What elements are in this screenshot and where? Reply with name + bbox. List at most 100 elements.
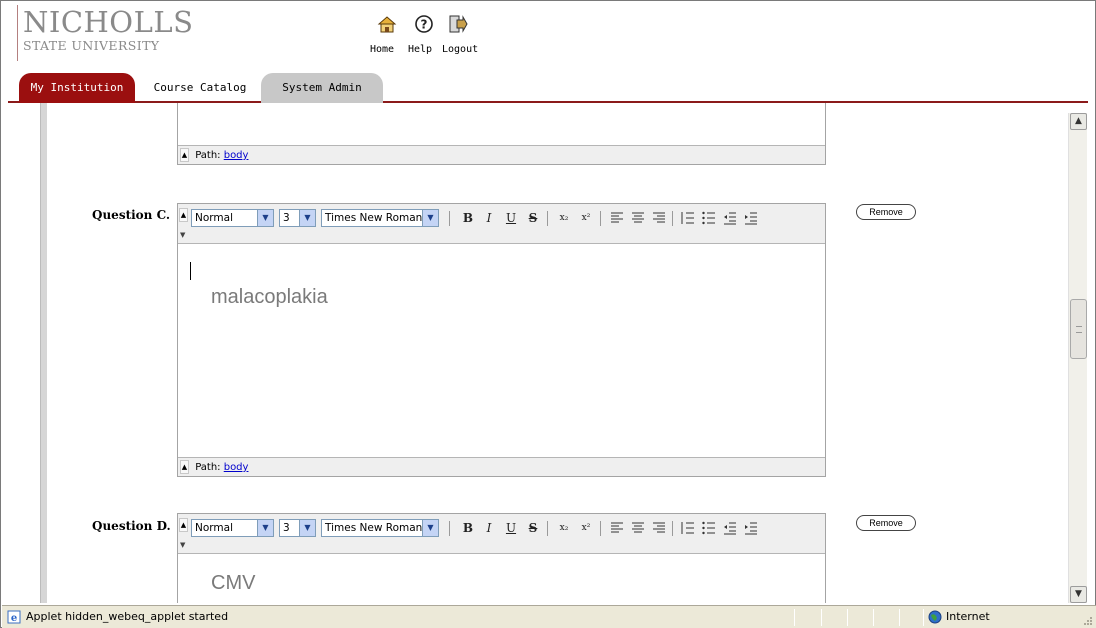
align-center-icon[interactable] <box>629 209 647 227</box>
scrollbar-thumb[interactable] <box>1070 299 1087 359</box>
resize-grip-icon[interactable] <box>1082 615 1093 626</box>
question-d-label: Question D. <box>92 519 171 533</box>
chevron-down-icon[interactable]: ▼ <box>299 210 315 226</box>
italic-button[interactable]: I <box>480 519 498 537</box>
indent-icon[interactable] <box>742 209 760 227</box>
format-select-value: Normal <box>195 212 233 224</box>
chevron-down-icon[interactable]: ▼ <box>422 210 438 226</box>
ie-page-icon: e <box>7 610 21 624</box>
toolbar-separator <box>449 521 450 536</box>
question-d-editor[interactable]: ▲ ▼ Normal ▼ 3 ▼ Times New Roman ▼ B I U… <box>177 513 826 604</box>
ordered-list-icon[interactable] <box>679 209 697 227</box>
toolbar-expand-icon[interactable]: ▼ <box>180 231 185 239</box>
status-separator <box>873 609 874 626</box>
path-label: Path: <box>195 462 221 473</box>
scroll-down-button[interactable]: ▼ <box>1070 586 1087 603</box>
bold-button[interactable]: B <box>459 209 477 227</box>
svg-text:e: e <box>11 613 17 624</box>
logout-icon[interactable] <box>448 14 468 34</box>
size-select-value: 3 <box>283 212 290 224</box>
toolbar-separator <box>547 521 548 536</box>
bold-button[interactable]: B <box>459 519 477 537</box>
toolbar-separator <box>672 521 673 536</box>
collapse-arrow-icon[interactable]: ▲ <box>180 148 189 162</box>
path-bar: ▲ Path: body <box>178 457 825 476</box>
outdent-icon[interactable] <box>721 209 739 227</box>
previous-answer-editor[interactable]: ▲ Path: body <box>177 103 826 165</box>
align-center-icon[interactable] <box>629 519 647 537</box>
help-icon[interactable]: ? <box>414 14 434 34</box>
unordered-list-icon[interactable] <box>700 519 718 537</box>
align-left-icon[interactable] <box>608 209 626 227</box>
status-bar: e Applet hidden_webeq_applet started Int… <box>2 605 1096 628</box>
indent-icon[interactable] <box>742 519 760 537</box>
strikethrough-button[interactable]: S <box>524 209 542 227</box>
status-separator <box>899 609 900 626</box>
chevron-down-icon[interactable]: ▼ <box>299 520 315 536</box>
logout-link[interactable]: Logout <box>442 44 478 55</box>
align-left-icon[interactable] <box>608 519 626 537</box>
collapse-arrow-icon[interactable]: ▲ <box>180 460 189 474</box>
format-select[interactable]: Normal ▼ <box>191 519 274 537</box>
question-c-editor[interactable]: ▲ ▼ Normal ▼ 3 ▼ Times New Roman ▼ B I U… <box>177 203 826 477</box>
logo-line2: STATE UNIVERSITY <box>23 38 160 53</box>
subscript-button[interactable]: x₂ <box>555 209 573 227</box>
remove-question-d-button[interactable]: Remove <box>856 515 916 531</box>
help-link[interactable]: Help <box>408 44 432 55</box>
path-bar: ▲ Path: body <box>178 145 825 164</box>
scroll-up-button[interactable]: ▲ <box>1070 113 1087 130</box>
italic-button[interactable]: I <box>480 209 498 227</box>
format-select[interactable]: Normal ▼ <box>191 209 274 227</box>
top-navigation: ? Home Help Logout <box>370 14 490 56</box>
home-link[interactable]: Home <box>370 44 394 55</box>
align-right-icon[interactable] <box>650 519 668 537</box>
font-select-value: Times New Roman <box>325 212 423 224</box>
outdent-icon[interactable] <box>721 519 739 537</box>
font-select[interactable]: Times New Roman ▼ <box>321 519 439 537</box>
chevron-down-icon[interactable]: ▼ <box>257 520 273 536</box>
superscript-button[interactable]: x² <box>577 519 595 537</box>
strikethrough-button[interactable]: S <box>524 519 542 537</box>
status-separator <box>794 609 795 626</box>
path-label: Path: <box>195 150 221 161</box>
subscript-button[interactable]: x₂ <box>555 519 573 537</box>
question-d-text-area[interactable]: CMV <box>178 554 825 604</box>
underline-button[interactable]: U <box>502 209 520 227</box>
question-c-text-area[interactable]: malacoplakia <box>178 244 825 457</box>
superscript-button[interactable]: x² <box>577 209 595 227</box>
path-body-link[interactable]: body <box>224 462 249 473</box>
scrollbar-grip-icon <box>1076 326 1082 333</box>
home-icon[interactable] <box>377 14 397 34</box>
security-zone-label: Internet <box>946 610 990 623</box>
university-logo[interactable]: NICHOLLS STATE UNIVERSITY <box>17 5 197 61</box>
toolbar-separator <box>672 211 673 226</box>
editor-toolbar: ▲ ▼ Normal ▼ 3 ▼ Times New Roman ▼ B I U… <box>178 204 825 244</box>
tab-my-institution[interactable]: My Institution <box>19 73 135 103</box>
question-c-content: malacoplakia <box>211 286 328 308</box>
ordered-list-icon[interactable] <box>679 519 697 537</box>
tab-course-catalog[interactable]: Course Catalog <box>141 73 259 103</box>
align-right-icon[interactable] <box>650 209 668 227</box>
unordered-list-icon[interactable] <box>700 209 718 227</box>
path-body-link[interactable]: body <box>224 150 249 161</box>
internet-globe-icon <box>928 610 942 624</box>
toolbar-separator <box>547 211 548 226</box>
format-select-value: Normal <box>195 522 233 534</box>
editor-toolbar: ▲ ▼ Normal ▼ 3 ▼ Times New Roman ▼ B I U… <box>178 514 825 554</box>
svg-text:?: ? <box>421 18 428 32</box>
font-select[interactable]: Times New Roman ▼ <box>321 209 439 227</box>
toolbar-collapse-icon[interactable]: ▲ <box>179 518 188 532</box>
logo-line1: NICHOLLS <box>23 5 194 39</box>
remove-question-c-button[interactable]: Remove <box>856 204 916 220</box>
size-select[interactable]: 3 ▼ <box>279 209 316 227</box>
question-d-content: CMV <box>211 572 256 594</box>
toolbar-collapse-icon[interactable]: ▲ <box>179 208 188 222</box>
size-select[interactable]: 3 ▼ <box>279 519 316 537</box>
tab-system-admin[interactable]: System Admin <box>261 73 383 103</box>
vertical-scrollbar[interactable]: ▲ ▼ <box>1068 113 1087 603</box>
chevron-down-icon[interactable]: ▼ <box>257 210 273 226</box>
chevron-down-icon[interactable]: ▼ <box>422 520 438 536</box>
toolbar-separator <box>449 211 450 226</box>
toolbar-expand-icon[interactable]: ▼ <box>180 541 185 549</box>
underline-button[interactable]: U <box>502 519 520 537</box>
